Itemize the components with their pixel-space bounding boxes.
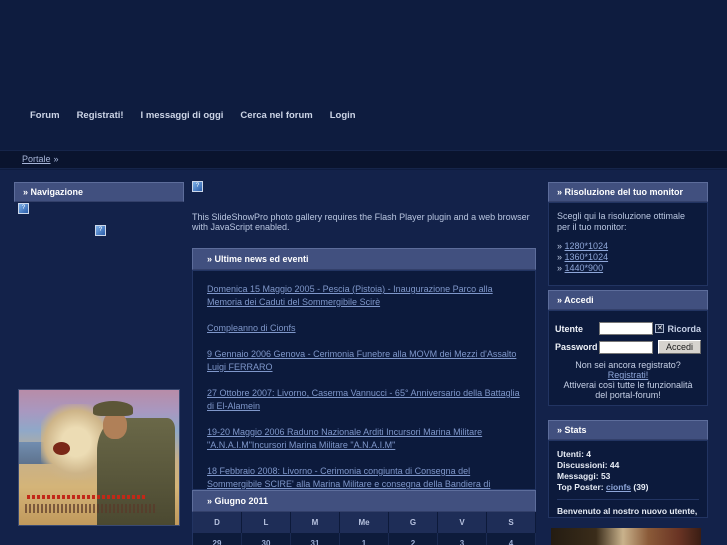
- news-link[interactable]: 27 Ottobre 2007: Livorno, Caserma Vannuc…: [207, 387, 521, 413]
- calendar-date-cell: 29: [193, 533, 242, 545]
- login-password-row: Password Accedi: [555, 340, 701, 354]
- stats-users-value: 4: [586, 449, 592, 459]
- bottom-photo-image: [551, 528, 701, 545]
- calendar-date-cell: 30: [242, 533, 291, 545]
- painting-caption-scribble: [25, 504, 155, 513]
- calendar-day-header-cell: M: [291, 512, 340, 533]
- login-submit-button[interactable]: Accedi: [657, 340, 701, 354]
- breadcrumb-separator: »: [53, 154, 59, 164]
- register-benefit-line1: Attiverai così tutte le funzionalità: [563, 380, 693, 390]
- login-panel-header: » Accedi: [548, 290, 708, 310]
- top-poster-count: (39): [633, 482, 649, 492]
- nav-item-cerca-nel-forum[interactable]: Cerca nel forum: [240, 110, 312, 121]
- news-panel-body: Domenica 15 Maggio 2005 - Pescia (Pistoi…: [192, 270, 536, 502]
- breadcrumb: Portale»: [0, 150, 727, 169]
- painting-red-caption: [27, 495, 147, 499]
- resolution-panel-body: Scegli qui la risoluzione ottimale per i…: [548, 202, 708, 286]
- portal-page: Forum Registrati! I messaggi di oggi Cer…: [0, 0, 727, 545]
- calendar-day-header-cell: S: [487, 512, 536, 533]
- painting-soldier-cap: [93, 401, 133, 416]
- calendar-panel-header: » Giugno 2011: [192, 490, 536, 512]
- remember-checkbox[interactable]: ✕: [655, 324, 665, 333]
- news-link[interactable]: 9 Gennaio 2006 Genova - Cerimonia Funebr…: [207, 348, 521, 374]
- sidebar-navigazione-header: » Navigazione: [14, 182, 184, 202]
- register-benefit-line2: del portal-forum!: [595, 390, 661, 400]
- stats-discussions-row: Discussioni: 44: [557, 460, 620, 470]
- stats-users-row: Utenti: 4: [557, 449, 592, 459]
- stats-messages-row: Messaggi: 53: [557, 471, 611, 481]
- sidebar-navigazione-title: » Navigazione: [23, 187, 84, 197]
- password-label: Password: [555, 342, 598, 352]
- stats-discussions-value: 44: [609, 460, 620, 470]
- bullet: »: [557, 252, 563, 262]
- broken-image-icon: ?: [192, 181, 203, 192]
- stats-messages-value: 53: [600, 471, 611, 481]
- nav-item-registrati[interactable]: Registrati!: [77, 110, 124, 121]
- stats-title: » Stats: [557, 425, 587, 435]
- calendar-date-cell: 1: [340, 533, 389, 545]
- username-input[interactable]: [599, 322, 653, 335]
- breadcrumb-portale-link[interactable]: Portale: [22, 154, 51, 164]
- welcome-row: Benvenuto al nostro nuovo utente, MAS96: [557, 506, 698, 516]
- stats-panel-body: Utenti: 4 Discussioni: 44 Messaggi: 53 T…: [548, 440, 708, 518]
- calendar-title: » Giugno 2011: [207, 496, 269, 506]
- calendar-day-header-cell: D: [193, 512, 242, 533]
- nav-item-login[interactable]: Login: [330, 110, 356, 121]
- resolution-intro-text: Scegli qui la risoluzione ottimale per i…: [557, 211, 686, 232]
- top-nav: Forum Registrati! I messaggi di oggi Cer…: [30, 110, 356, 121]
- news-panel-title: » Ultime news ed eventi: [207, 254, 309, 264]
- resolution-link-1440[interactable]: 1440*900: [565, 263, 604, 273]
- stats-panel-header: » Stats: [548, 420, 708, 440]
- calendar-date-cell: 4: [487, 533, 536, 545]
- calendar-week-row: 29 30 31 1 2 3 4: [192, 533, 536, 545]
- calendar-day-header-cell: L: [242, 512, 291, 533]
- resolution-link-1360[interactable]: 1360*1024: [565, 252, 609, 262]
- calendar-day-header-row: D L M Me G V S: [192, 512, 536, 533]
- calendar-date-cell: 2: [389, 533, 438, 545]
- resolution-title: » Risoluzione del tuo monitor: [557, 187, 683, 197]
- painting-soldier-face: [103, 412, 127, 439]
- login-title: » Accedi: [557, 295, 594, 305]
- resolution-panel-header: » Risoluzione del tuo monitor: [548, 182, 708, 202]
- login-panel-body: Utente ✕ Ricorda Password Accedi Non sei…: [548, 310, 708, 406]
- username-label: Utente: [555, 323, 584, 334]
- remember-label: Ricorda: [667, 323, 701, 334]
- stats-top-poster-row: Top Poster: cionfs (39): [557, 482, 649, 492]
- propaganda-painting-image: [18, 389, 180, 526]
- resolution-list: » 1280*1024 » 1360*1024 » 1440*900: [557, 241, 699, 274]
- register-link[interactable]: Registrati!: [608, 370, 649, 380]
- resolution-link-1280[interactable]: 1280*1024: [565, 241, 609, 251]
- calendar-day-header-cell: G: [389, 512, 438, 533]
- nav-item-messaggi-di-oggi[interactable]: I messaggi di oggi: [141, 110, 224, 121]
- slideshow-flash-notice: This SlideShowPro photo gallery requires…: [192, 212, 530, 232]
- news-link[interactable]: 19-20 Maggio 2006 Raduno Nazionale Ardit…: [207, 426, 521, 452]
- password-input[interactable]: [599, 340, 653, 354]
- bullet: »: [557, 263, 563, 273]
- broken-image-icon: ?: [95, 225, 106, 236]
- nav-item-forum[interactable]: Forum: [30, 110, 60, 121]
- calendar-day-header-cell: Me: [340, 512, 389, 533]
- news-panel-header: » Ultime news ed eventi: [192, 248, 536, 270]
- register-prompt: Non sei ancora registrato? Registrati! A…: [555, 360, 701, 400]
- not-registered-text: Non sei ancora registrato?: [575, 360, 681, 370]
- top-poster-link[interactable]: cionfs: [606, 482, 631, 492]
- painting-lion-mouth: [53, 442, 70, 455]
- login-user-row: Utente ✕ Ricorda: [555, 322, 701, 335]
- broken-image-icon: ?: [18, 203, 29, 214]
- remember-group: ✕ Ricorda: [655, 324, 701, 334]
- news-link[interactable]: Domenica 15 Maggio 2005 - Pescia (Pistoi…: [207, 283, 521, 309]
- stats-divider: [557, 499, 699, 500]
- bullet: »: [557, 241, 563, 251]
- news-link[interactable]: Compleanno di Cionfs: [207, 322, 521, 335]
- calendar-date-cell: 3: [438, 533, 487, 545]
- calendar-date-cell: 31: [291, 533, 340, 545]
- calendar-day-header-cell: V: [438, 512, 487, 533]
